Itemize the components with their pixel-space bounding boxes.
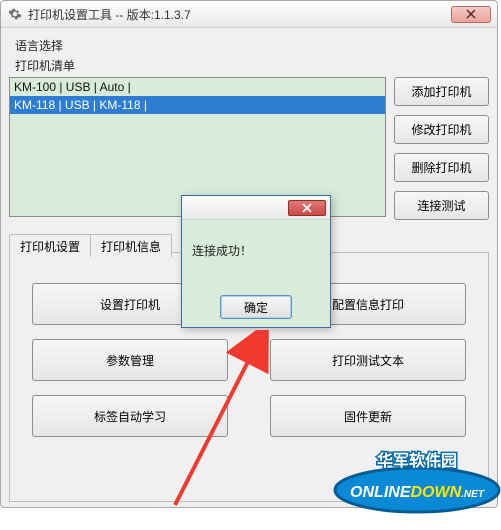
add-printer-button[interactable]: 添加打印机	[394, 77, 489, 106]
titlebar: 打印机设置工具 -- 版本:1.1.3.7	[1, 1, 497, 28]
dialog-ok-button[interactable]: 确定	[220, 295, 292, 319]
dialog-close-button[interactable]	[288, 200, 326, 216]
dialog-message: 连接成功！	[192, 242, 320, 259]
dialog-titlebar	[182, 196, 330, 220]
param-manage-button[interactable]: 参数管理	[32, 339, 228, 381]
tab-settings[interactable]: 打印机设置	[9, 234, 91, 257]
list-item[interactable]: KM-100 | USB | Auto |	[10, 78, 385, 96]
window-close-button[interactable]	[451, 6, 491, 23]
list-item[interactable]: KM-118 | USB | KM-118 |	[10, 96, 385, 114]
label-auto-button[interactable]: 标签自动学习	[32, 395, 228, 437]
connection-test-button[interactable]: 连接测试	[394, 191, 489, 220]
firmware-update-button[interactable]: 固件更新	[270, 395, 466, 437]
delete-printer-button[interactable]: 删除打印机	[394, 153, 489, 182]
gear-icon	[7, 6, 23, 22]
message-dialog: 连接成功！ 确定	[181, 195, 331, 328]
tabstrip: 打印机设置 打印机信息	[9, 234, 171, 257]
modify-printer-button[interactable]: 修改打印机	[394, 115, 489, 144]
printer-list-label: 打印机清单	[15, 57, 489, 74]
tab-info[interactable]: 打印机信息	[90, 234, 172, 257]
side-button-column: 添加打印机 修改打印机 删除打印机 连接测试	[394, 77, 489, 220]
language-label: 语言选择	[15, 37, 489, 54]
test-text-button[interactable]: 打印测试文本	[270, 339, 466, 381]
window-title: 打印机设置工具 -- 版本:1.1.3.7	[28, 6, 191, 23]
